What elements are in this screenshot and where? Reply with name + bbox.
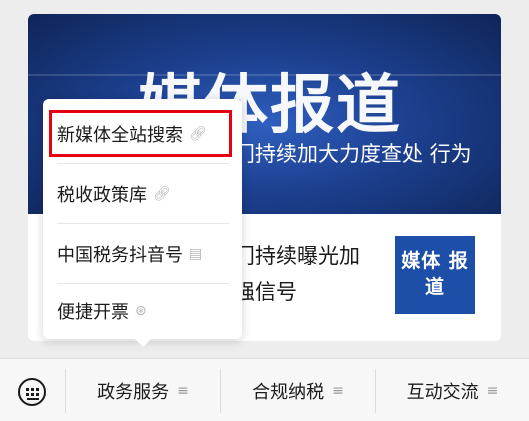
banner-caption: 门持续加大力度查处 行为	[234, 142, 472, 166]
menu-bar: 政务服务 ≡ 合规纳税 ≡ 互动交流 ≡	[0, 358, 529, 421]
menu-icon: ≡	[332, 382, 344, 399]
highlight-box	[49, 110, 232, 157]
menu-item-label: 税收政策库	[57, 185, 147, 206]
document-icon: ▤	[189, 246, 203, 262]
menu-item-label: 便捷开票	[57, 302, 129, 323]
menu-icon: ≡	[177, 382, 189, 399]
popup-arrow	[135, 339, 151, 347]
tab-compliant-tax[interactable]: 合规纳税 ≡	[221, 359, 375, 421]
tab-label: 政务服务	[97, 381, 170, 403]
article-thumbnail: 媒体 报道	[395, 236, 475, 314]
keyboard-icon[interactable]	[18, 378, 46, 406]
link-icon: 🔗︎	[153, 186, 171, 202]
article-title: 门持续曝光加 强信号	[234, 244, 360, 304]
tab-government-services[interactable]: 政务服务 ≡	[66, 359, 220, 421]
menu-item-invoice[interactable]: 便捷开票 ⊛	[43, 281, 242, 341]
mini-program-icon: ⊛	[135, 303, 147, 319]
tab-interaction[interactable]: 互动交流 ≡	[376, 359, 529, 421]
menu-item-tax-policy[interactable]: 税收政策库 🔗︎	[43, 164, 242, 224]
menu-item-label: 中国税务抖音号	[57, 245, 183, 266]
menu-icon: ≡	[486, 382, 499, 399]
tab-label: 合规纳税	[252, 381, 325, 403]
menu-item-douyin[interactable]: 中国税务抖音号 ▤	[43, 224, 242, 284]
tab-label: 互动交流	[406, 381, 479, 403]
